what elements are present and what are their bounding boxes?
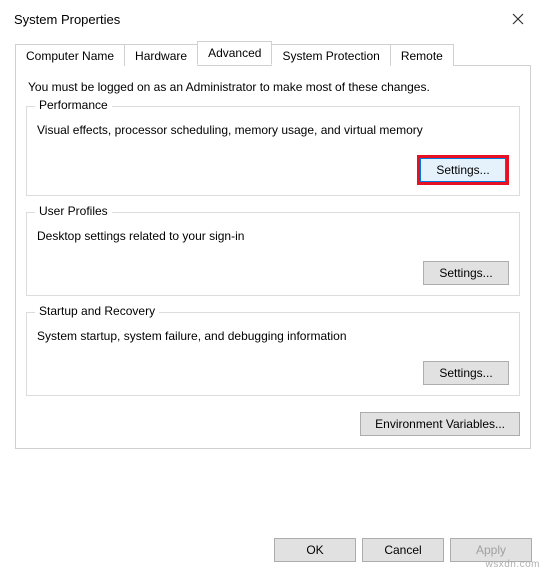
cancel-button[interactable]: Cancel (362, 538, 444, 562)
tab-hardware[interactable]: Hardware (124, 44, 198, 66)
env-variables-row: Environment Variables... (26, 412, 520, 436)
admin-notice: You must be logged on as an Administrato… (26, 80, 520, 94)
close-icon (512, 13, 524, 25)
close-button[interactable] (504, 5, 532, 33)
user-profiles-desc: Desktop settings related to your sign-in (37, 229, 509, 243)
watermark: wsxdn.com (485, 559, 540, 570)
startup-recovery-settings-button[interactable]: Settings... (423, 361, 509, 385)
advanced-panel: You must be logged on as an Administrato… (15, 66, 531, 449)
user-profiles-legend: User Profiles (35, 204, 112, 218)
startup-recovery-legend: Startup and Recovery (35, 304, 159, 318)
tab-system-protection[interactable]: System Protection (271, 44, 390, 66)
system-properties-window: System Properties Computer Name Hardware… (0, 0, 546, 572)
startup-recovery-desc: System startup, system failure, and debu… (37, 329, 509, 343)
window-title: System Properties (14, 12, 120, 27)
user-profiles-settings-button[interactable]: Settings... (423, 261, 509, 285)
performance-legend: Performance (35, 98, 112, 112)
tab-strip: Computer Name Hardware Advanced System P… (15, 42, 531, 66)
performance-group: Performance Visual effects, processor sc… (26, 106, 520, 196)
tab-remote[interactable]: Remote (390, 44, 454, 66)
performance-button-row: Settings... (37, 155, 509, 185)
performance-desc: Visual effects, processor scheduling, me… (37, 123, 509, 137)
environment-variables-button[interactable]: Environment Variables... (360, 412, 520, 436)
tab-advanced[interactable]: Advanced (197, 41, 272, 65)
user-profiles-group: User Profiles Desktop settings related t… (26, 212, 520, 296)
content-area: Computer Name Hardware Advanced System P… (0, 36, 546, 449)
performance-settings-button[interactable]: Settings... (417, 155, 509, 185)
ok-button[interactable]: OK (274, 538, 356, 562)
startup-recovery-group: Startup and Recovery System startup, sys… (26, 312, 520, 396)
startup-recovery-button-row: Settings... (37, 361, 509, 385)
tab-computer-name[interactable]: Computer Name (15, 44, 125, 66)
user-profiles-button-row: Settings... (37, 261, 509, 285)
titlebar: System Properties (0, 0, 546, 36)
